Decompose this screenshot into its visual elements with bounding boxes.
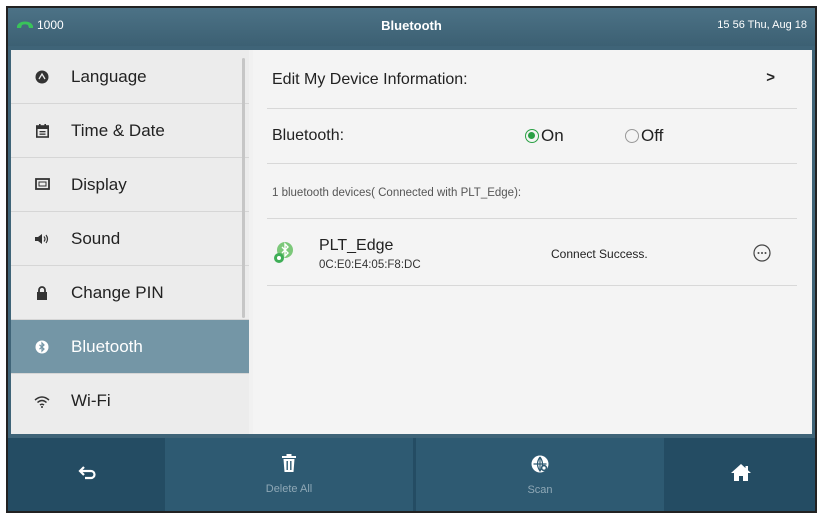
bluetooth-icon bbox=[33, 338, 51, 356]
bluetooth-toggle-label: Bluetooth: bbox=[272, 127, 345, 144]
radio-unselected-icon bbox=[625, 129, 639, 143]
phone-screen: 1000 Bluetooth 15 56 Thu, Aug 18 Languag… bbox=[6, 6, 817, 513]
sidebar-item-label: Display bbox=[71, 174, 127, 194]
devices-summary-text: 1 bluetooth devices( Connected with PLT_… bbox=[272, 187, 522, 199]
device-name: PLT_Edge bbox=[319, 237, 394, 254]
more-options-icon[interactable] bbox=[753, 244, 771, 267]
sidebar-item-label: Language bbox=[71, 66, 147, 86]
bluetooth-toggle-row: Bluetooth: On Off bbox=[267, 109, 797, 164]
delete-all-button[interactable]: Delete All bbox=[165, 438, 413, 511]
trash-icon bbox=[281, 454, 297, 478]
sidebar-item-label: Time & Date bbox=[71, 120, 165, 140]
bluetooth-off-label: Off bbox=[641, 126, 664, 145]
device-connection-status: Connect Success. bbox=[551, 247, 648, 261]
content-area: Language Time & Date Display Sound Chang… bbox=[11, 50, 812, 434]
devices-summary-row: 1 bluetooth devices( Connected with PLT_… bbox=[267, 164, 797, 219]
radio-selected-icon bbox=[525, 129, 539, 143]
lock-icon bbox=[33, 284, 51, 302]
sidebar-item-label: Change PIN bbox=[71, 282, 164, 302]
home-icon bbox=[730, 463, 752, 487]
scan-globe-icon bbox=[530, 454, 550, 479]
scan-label: Scan bbox=[527, 483, 553, 496]
sidebar-item-language[interactable]: Language bbox=[11, 50, 249, 104]
wifi-icon bbox=[33, 392, 51, 410]
calendar-icon bbox=[33, 122, 51, 140]
speaker-icon bbox=[33, 230, 51, 248]
language-icon bbox=[33, 68, 51, 86]
bluetooth-off-radio[interactable]: Off bbox=[625, 126, 663, 146]
softkey-bar: Delete All Scan bbox=[8, 438, 815, 511]
status-bar: 1000 Bluetooth 15 56 Thu, Aug 18 bbox=[8, 8, 815, 46]
bluetooth-on-radio[interactable]: On bbox=[525, 126, 564, 146]
sidebar-item-display[interactable]: Display bbox=[11, 158, 249, 212]
home-button[interactable] bbox=[667, 438, 815, 511]
sidebar-item-time-date[interactable]: Time & Date bbox=[11, 104, 249, 158]
paired-device-row[interactable]: PLT_Edge 0C:E0:E4:05:F8:DC Connect Succe… bbox=[267, 219, 797, 286]
sidebar-item-sound[interactable]: Sound bbox=[11, 212, 249, 266]
back-arrow-icon bbox=[77, 464, 97, 486]
sidebar-item-label: Bluetooth bbox=[71, 336, 143, 356]
chevron-right-icon: > bbox=[766, 69, 775, 86]
date-time: 15 56 Thu, Aug 18 bbox=[717, 19, 807, 31]
screen-title: Bluetooth bbox=[381, 18, 442, 33]
bluetooth-on-label: On bbox=[541, 126, 564, 145]
device-mac-address: 0C:E0:E4:05:F8:DC bbox=[319, 259, 421, 271]
bluetooth-headset-icon bbox=[273, 241, 295, 270]
display-icon bbox=[33, 176, 51, 194]
settings-sidebar: Language Time & Date Display Sound Chang… bbox=[11, 50, 249, 434]
back-button[interactable] bbox=[8, 438, 165, 511]
sidebar-item-label: Wi-Fi bbox=[71, 391, 111, 410]
sidebar-item-wifi[interactable]: Wi-Fi bbox=[11, 374, 249, 428]
sidebar-item-label: Sound bbox=[71, 228, 121, 248]
delete-all-label: Delete All bbox=[265, 483, 313, 495]
edit-device-info-row[interactable]: Edit My Device Information: > bbox=[267, 50, 797, 109]
sidebar-item-bluetooth[interactable]: Bluetooth bbox=[11, 320, 249, 374]
bluetooth-settings-panel: Edit My Device Information: > Bluetooth:… bbox=[253, 50, 812, 434]
edit-device-info-label: Edit My Device Information: bbox=[272, 71, 468, 88]
sidebar-item-change-pin[interactable]: Change PIN bbox=[11, 266, 249, 320]
scan-button[interactable]: Scan bbox=[416, 438, 664, 511]
sidebar-scrollbar[interactable] bbox=[242, 58, 245, 318]
